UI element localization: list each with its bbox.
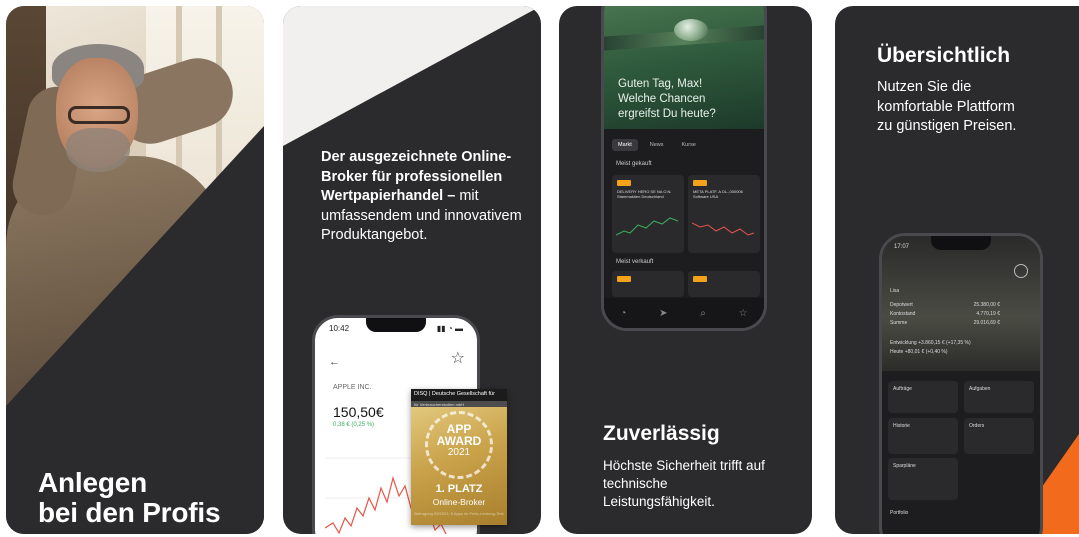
section-most-bought: Meist gekauft: [616, 161, 652, 167]
panel-orders[interactable]: Orders: [964, 418, 1034, 454]
section-most-sold: Meist verkauft: [616, 259, 654, 265]
panel-historie[interactable]: Historie: [888, 418, 958, 454]
promo-card-uebersichtlich: Übersichtlich Nutzen Sie die komfortable…: [835, 6, 1079, 534]
app-award-badge: DISQ | Deutsche Gesellschaft für für Ver…: [411, 389, 507, 525]
star-icon[interactable]: ☆: [451, 348, 465, 368]
phone-mockup-market: Guten Tag, Max! Welche Chancen ergreifst…: [601, 6, 767, 331]
nav-home-icon[interactable]: ◔: [620, 308, 626, 319]
nav-send-icon[interactable]: ➤: [659, 308, 667, 319]
avatar-icon[interactable]: [1014, 264, 1028, 278]
sparkline: [692, 222, 755, 236]
stock-symbol: APPLE INC.: [333, 384, 372, 391]
water-drop-image: [674, 19, 708, 41]
card-headline: Zuverlässig: [603, 422, 720, 445]
stock-tile[interactable]: META PLATF. A DL-,000006 Software USA: [688, 175, 760, 253]
card-headline: Übersichtlich: [877, 44, 1011, 67]
card-description: Höchste Sicherheit trifft auf technische…: [603, 458, 765, 509]
promo-card-anlegen: Anlegen bei den Profis: [6, 6, 264, 534]
stock-price: 150,50€: [333, 404, 384, 420]
stock-change: 0,38 € (0,25 %): [333, 422, 375, 428]
sparkline: [616, 217, 679, 236]
stock-tile[interactable]: DELIVERY HERO SE NA O.N. Stammaktien Deu…: [612, 175, 684, 253]
portfolio-label: Portfolio: [890, 510, 909, 516]
card-description: Nutzen Sie die komfortable Plattform zu …: [877, 79, 1017, 134]
tab-markt[interactable]: Markt: [612, 139, 638, 151]
account-name: Lisa: [890, 288, 900, 294]
panel-auftraege[interactable]: Aufträge: [888, 381, 958, 413]
promo-card-online-broker: Der ausgezeichnete Online-Broker für pro…: [283, 6, 541, 534]
greeting: Guten Tag, Max! Welche Chancen ergreifst…: [618, 78, 716, 120]
promo-card-zuverlaessig: Guten Tag, Max! Welche Chancen ergreifst…: [559, 6, 812, 534]
panel-aufgaben[interactable]: Aufgaben: [964, 381, 1034, 413]
panel-sparplaene[interactable]: Sparpläne: [888, 458, 958, 500]
tab-news[interactable]: News: [644, 139, 670, 151]
bottom-nav: ◔ ➤ ⌕ ☆: [604, 298, 764, 328]
card-description: Der ausgezeichnete Online-Broker für pro…: [321, 149, 522, 243]
back-arrow-icon[interactable]: ←: [329, 356, 340, 368]
tab-kurse[interactable]: Kurse: [676, 139, 702, 151]
nav-star-icon[interactable]: ☆: [739, 308, 748, 319]
stock-tile[interactable]: [612, 271, 684, 297]
nav-search-icon[interactable]: ⌕: [700, 308, 706, 319]
market-tabs: Markt News Kurse: [612, 139, 702, 151]
stock-tile[interactable]: [688, 271, 760, 297]
card-headline: Anlegen bei den Profis: [38, 467, 221, 528]
phone-mockup-portfolio: 17:07 Lisa Depotwert 25.380,00 € Kontost…: [879, 233, 1043, 534]
